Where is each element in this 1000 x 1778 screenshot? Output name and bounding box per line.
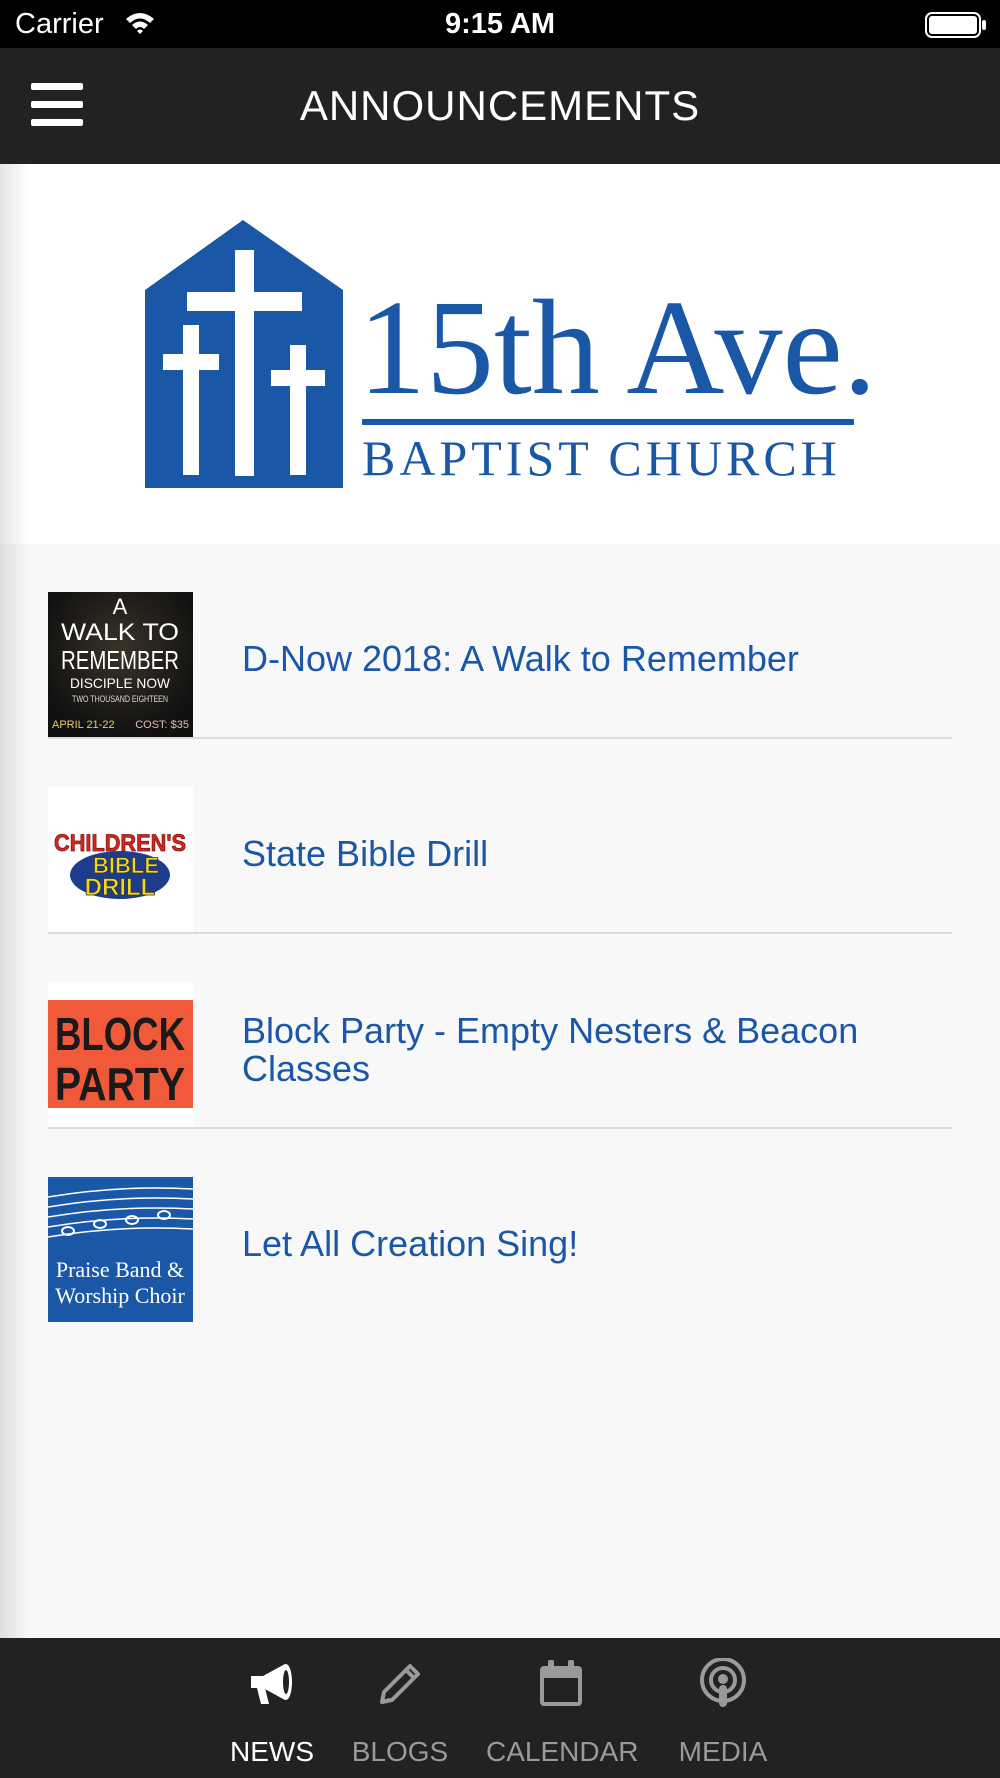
- status-time: 9:15 AM: [444, 8, 556, 40]
- announcement-thumbnail: CHILDREN'S BIBLE DRILL: [48, 787, 193, 932]
- announcement-title[interactable]: Block Party - Empty Nesters & Beacon Cla…: [242, 1012, 862, 1088]
- page-title: ANNOUNCEMENTS: [299, 82, 701, 129]
- podcast-icon: [697, 1657, 749, 1715]
- tab-label: MEDIA: [678, 1736, 768, 1767]
- thumb-text: Worship Choir: [55, 1283, 185, 1308]
- status-bar: Carrier 9:15 AM: [0, 0, 1000, 48]
- battery-icon: [925, 12, 987, 43]
- tab-label: CALENDAR: [486, 1736, 639, 1767]
- tab-label: BLOGS: [351, 1736, 449, 1767]
- thumb-text: COST: $35: [135, 719, 189, 731]
- tab-news[interactable]: NEWS: [222, 1638, 322, 1778]
- announcement-item[interactable]: A WALK TO REMEMBER DISCIPLE NOW TWO THOU…: [48, 544, 952, 739]
- church-cross-logo-icon: [145, 220, 343, 488]
- thumb-text: BLOCK: [55, 1008, 185, 1060]
- thumb-text: APRIL 21-22: [52, 719, 115, 731]
- tab-media[interactable]: MEDIA: [668, 1638, 778, 1778]
- announcement-item[interactable]: Praise Band & Worship Choir Let All Crea…: [48, 1129, 952, 1324]
- tab-blogs[interactable]: BLOGS: [350, 1638, 450, 1778]
- announcement-thumbnail: A WALK TO REMEMBER DISCIPLE NOW TWO THOU…: [48, 592, 193, 737]
- logo-title: 15th Ave.: [358, 273, 877, 423]
- thumb-text: DISCIPLE NOW: [70, 675, 171, 691]
- announcement-thumbnail: Praise Band & Worship Choir: [48, 1177, 193, 1322]
- pencil-icon: [374, 1658, 426, 1715]
- thumb-text: TWO THOUSAND EIGHTEEN: [72, 694, 168, 704]
- thumb-text: Praise Band &: [56, 1257, 184, 1282]
- announcement-item[interactable]: CHILDREN'S BIBLE DRILL State Bible Drill: [48, 739, 952, 934]
- tab-calendar[interactable]: CALENDAR: [486, 1638, 639, 1778]
- logo-subtitle: BAPTIST CHURCH: [362, 430, 841, 486]
- thumb-text: REMEMBER: [61, 645, 179, 675]
- announcement-title[interactable]: State Bible Drill: [242, 835, 862, 873]
- tab-label: NEWS: [230, 1736, 314, 1767]
- thumb-text: DRILL: [85, 874, 156, 901]
- announcement-item[interactable]: BLOCK PARTY Block Party - Empty Nesters …: [48, 934, 952, 1129]
- thumb-text: PARTY: [55, 1058, 185, 1110]
- announcement-thumbnail: BLOCK PARTY: [48, 982, 193, 1127]
- tab-bar: NEWS BLOGS CALENDAR MEDIA: [0, 1638, 1000, 1778]
- calendar-icon: [536, 1658, 586, 1715]
- announcement-title[interactable]: Let All Creation Sing!: [242, 1225, 862, 1263]
- announcement-title[interactable]: D-Now 2018: A Walk to Remember: [242, 640, 862, 678]
- logo-divider: [362, 419, 854, 425]
- thumb-text: WALK TO: [61, 619, 179, 646]
- thumb-text: A: [113, 594, 128, 619]
- nav-bar: ANNOUNCEMENTS: [0, 48, 1000, 164]
- megaphone-icon: [245, 1658, 299, 1715]
